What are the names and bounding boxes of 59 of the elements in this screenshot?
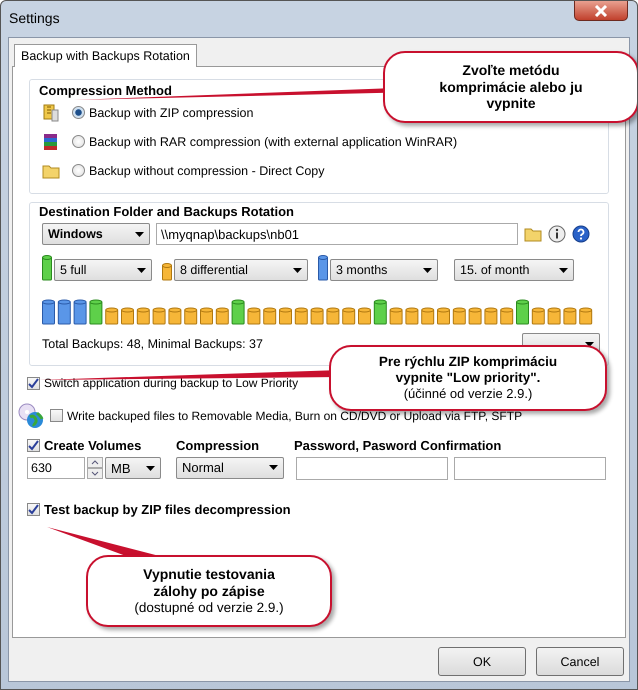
- check-icon: [28, 378, 39, 388]
- callout-note: (účinné od verzie 2.9.): [404, 386, 532, 402]
- checkbox-option[interactable]: Write backuped files to Removable Media, Burn on CD/DVD or Upload via FTP, SFTP: [50, 408, 522, 422]
- tab[interactable]: Backup with Backups Rotation: [14, 44, 197, 67]
- info-icon[interactable]: [548, 225, 566, 243]
- callout-title: Vypnutie testovania zálohy po zápise: [142, 566, 276, 600]
- checkbox[interactable]: [27, 376, 40, 390]
- caret-icon: [135, 232, 144, 236]
- totals-text: Total Backups: 48, Minimal Backups: 37: [42, 337, 263, 351]
- stacked-books-icon: [42, 132, 60, 150]
- compression-dropdown[interactable]: Normal: [176, 456, 284, 478]
- globe-disc-icon: [17, 402, 45, 430]
- rotation-dropdown[interactable]: 3 months: [330, 259, 438, 281]
- close-icon: [593, 4, 609, 16]
- callout-title: Pre rýchlu ZIP komprimáciu vypnite "Low priority".: [378, 354, 558, 386]
- radio-button[interactable]: [72, 106, 85, 119]
- password-field[interactable]: [296, 456, 448, 480]
- cylinder-icon: [318, 255, 328, 281]
- check-icon: [28, 440, 39, 450]
- checkbox-option[interactable]: Test backup by ZIP files decompression: [27, 502, 291, 516]
- folder-icon[interactable]: [524, 226, 542, 242]
- radio-button[interactable]: [72, 135, 85, 148]
- size-field[interactable]: 630: [27, 457, 85, 479]
- checkbox[interactable]: [50, 409, 63, 422]
- callout-note: (dostupné od verzie 2.9.): [134, 600, 284, 616]
- zipper-file-icon: [42, 104, 60, 122]
- ok-button[interactable]: OK: [438, 647, 526, 676]
- system-dropdown[interactable]: Windows: [42, 223, 150, 245]
- rotation-dropdown[interactable]: 8 differential: [174, 259, 308, 281]
- checkbox-option[interactable]: Create Volumes: [27, 438, 172, 452]
- password-confirmation-field[interactable]: [454, 456, 606, 480]
- cylinder-icon: [162, 263, 172, 281]
- checkbox[interactable]: [27, 438, 40, 452]
- caret-icon: [559, 268, 568, 272]
- caret-icon: [423, 268, 432, 272]
- unit-dropdown[interactable]: MB: [105, 457, 161, 479]
- checkbox[interactable]: [27, 502, 40, 516]
- help-icon[interactable]: [572, 225, 590, 243]
- radio-option[interactable]: Backup with ZIP compression: [72, 106, 254, 120]
- radio-option[interactable]: Backup with RAR compression (with external application WinRAR): [72, 134, 458, 148]
- field-label: Compression: [175, 438, 260, 452]
- caret-icon: [146, 466, 155, 470]
- cancel-button[interactable]: Cancel: [536, 647, 624, 676]
- radio-button[interactable]: [72, 164, 85, 177]
- caret-icon: [293, 268, 302, 272]
- field-label: Password, Pasword Confirmation: [293, 438, 502, 452]
- close-button[interactable]: [574, 1, 628, 21]
- rotation-dropdown[interactable]: 15. of month: [454, 259, 574, 281]
- rotation-dropdown[interactable]: 5 full: [54, 259, 152, 281]
- caret-icon: [137, 268, 146, 272]
- check-icon: [28, 504, 39, 514]
- cylinder-icon: [42, 255, 52, 281]
- path-field[interactable]: \\myqnap\backups\nb01: [156, 223, 518, 245]
- caret-icon: [269, 465, 278, 470]
- window-title: Settings: [9, 10, 60, 26]
- radio-option[interactable]: Backup without compression - Direct Copy: [72, 164, 325, 178]
- spinner-arrows-icon[interactable]: [87, 457, 103, 479]
- checkbox-option[interactable]: Switch application during backup to Low Priority: [27, 376, 298, 390]
- callout-title: Zvoľte metódu komprimácie alebo ju vypnite: [438, 62, 584, 112]
